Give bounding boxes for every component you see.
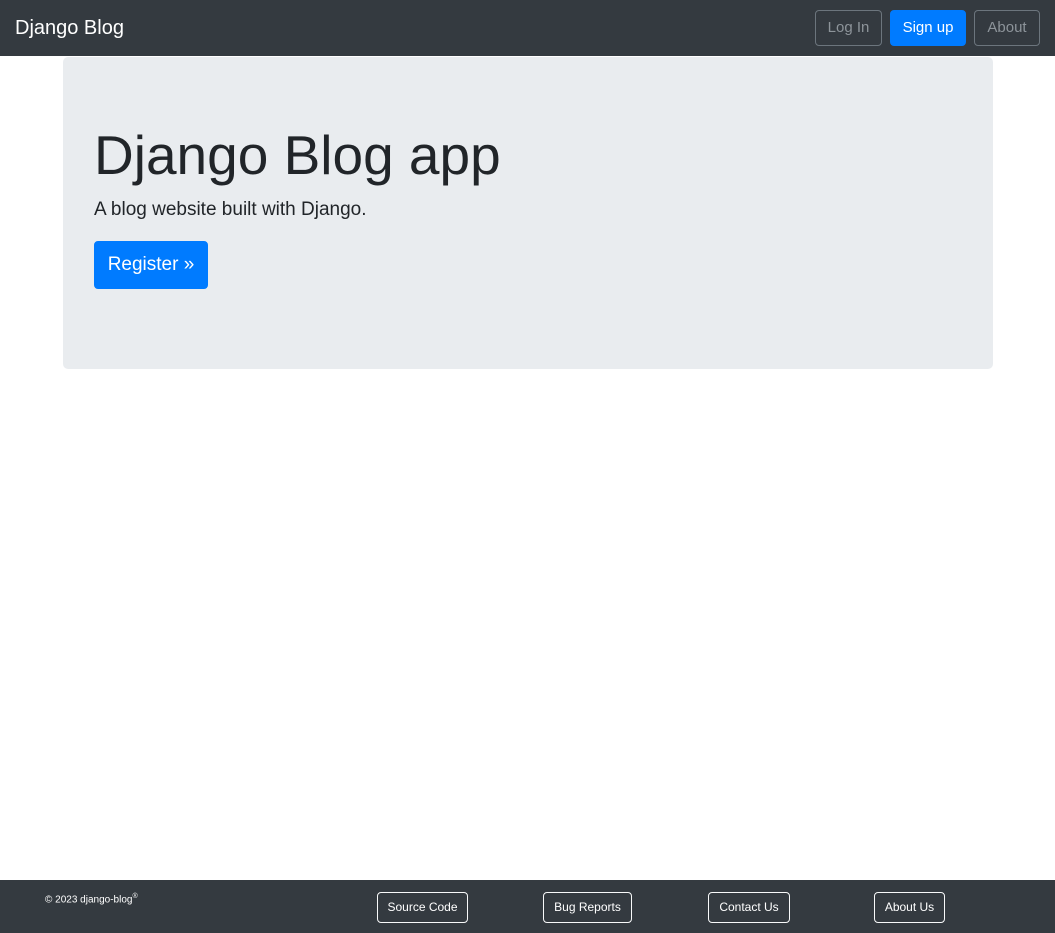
- contact-us-button[interactable]: Contact Us: [708, 892, 790, 923]
- hero-lead-text: A blog website built with Django.: [94, 199, 367, 220]
- top-navbar: Django Blog Log In Sign up About: [0, 0, 1055, 56]
- registered-mark: ®: [132, 893, 138, 900]
- signup-button[interactable]: Sign up: [890, 10, 966, 46]
- bug-reports-button[interactable]: Bug Reports: [543, 892, 632, 923]
- about-us-button[interactable]: About Us: [874, 892, 945, 923]
- login-button[interactable]: Log In: [815, 10, 882, 46]
- copyright-prefix: © 2023 django-blog: [45, 894, 133, 906]
- copyright-text: © 2023 django-blog®: [45, 891, 138, 906]
- source-code-button[interactable]: Source Code: [377, 892, 468, 923]
- register-button[interactable]: Register »: [94, 241, 208, 289]
- page-footer: © 2023 django-blog® Source Code Bug Repo…: [0, 880, 1055, 933]
- about-button[interactable]: About: [974, 10, 1040, 46]
- navbar-brand[interactable]: Django Blog: [15, 14, 124, 42]
- hero-jumbotron: Django Blog app A blog website built wit…: [63, 57, 993, 369]
- hero-title: Django Blog app: [94, 124, 501, 186]
